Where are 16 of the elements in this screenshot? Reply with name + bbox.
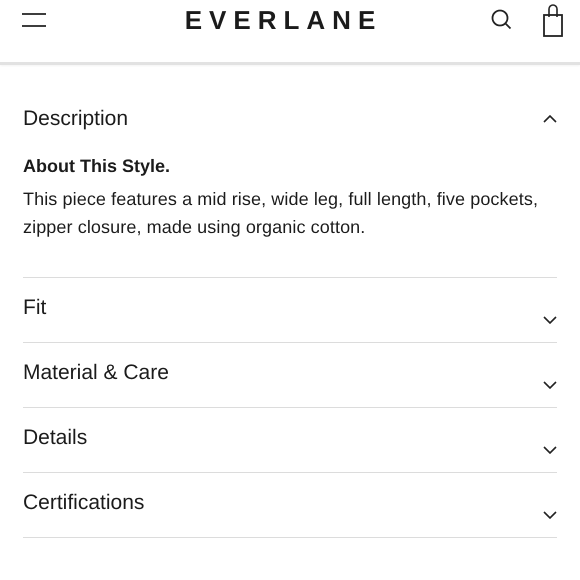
- section-header[interactable]: Material & Care: [23, 343, 557, 407]
- chevron-down-icon: [543, 381, 557, 389]
- subheading: About This Style.: [23, 156, 172, 177]
- description-text: This piece features a mid rise, wide leg, full length, five pockets, zipper closure, made using organic cotton.: [23, 188, 540, 239]
- section-header[interactable]: Details: [23, 408, 557, 472]
- chevron-down-icon: [543, 446, 557, 454]
- bag-icon[interactable]: [543, 3, 563, 37]
- search-icon[interactable]: [491, 9, 513, 31]
- chevron-up-icon: [543, 115, 557, 123]
- section-header[interactable]: Fit: [23, 278, 557, 342]
- section-header[interactable]: Certifications: [23, 473, 557, 537]
- chevron-down-icon: [543, 316, 557, 324]
- section-header[interactable]: Description: [23, 65, 557, 156]
- chevron-down-icon: [543, 511, 557, 519]
- logo[interactable]: EVERLANE: [46, 4, 491, 36]
- menu-icon[interactable]: [22, 13, 46, 27]
